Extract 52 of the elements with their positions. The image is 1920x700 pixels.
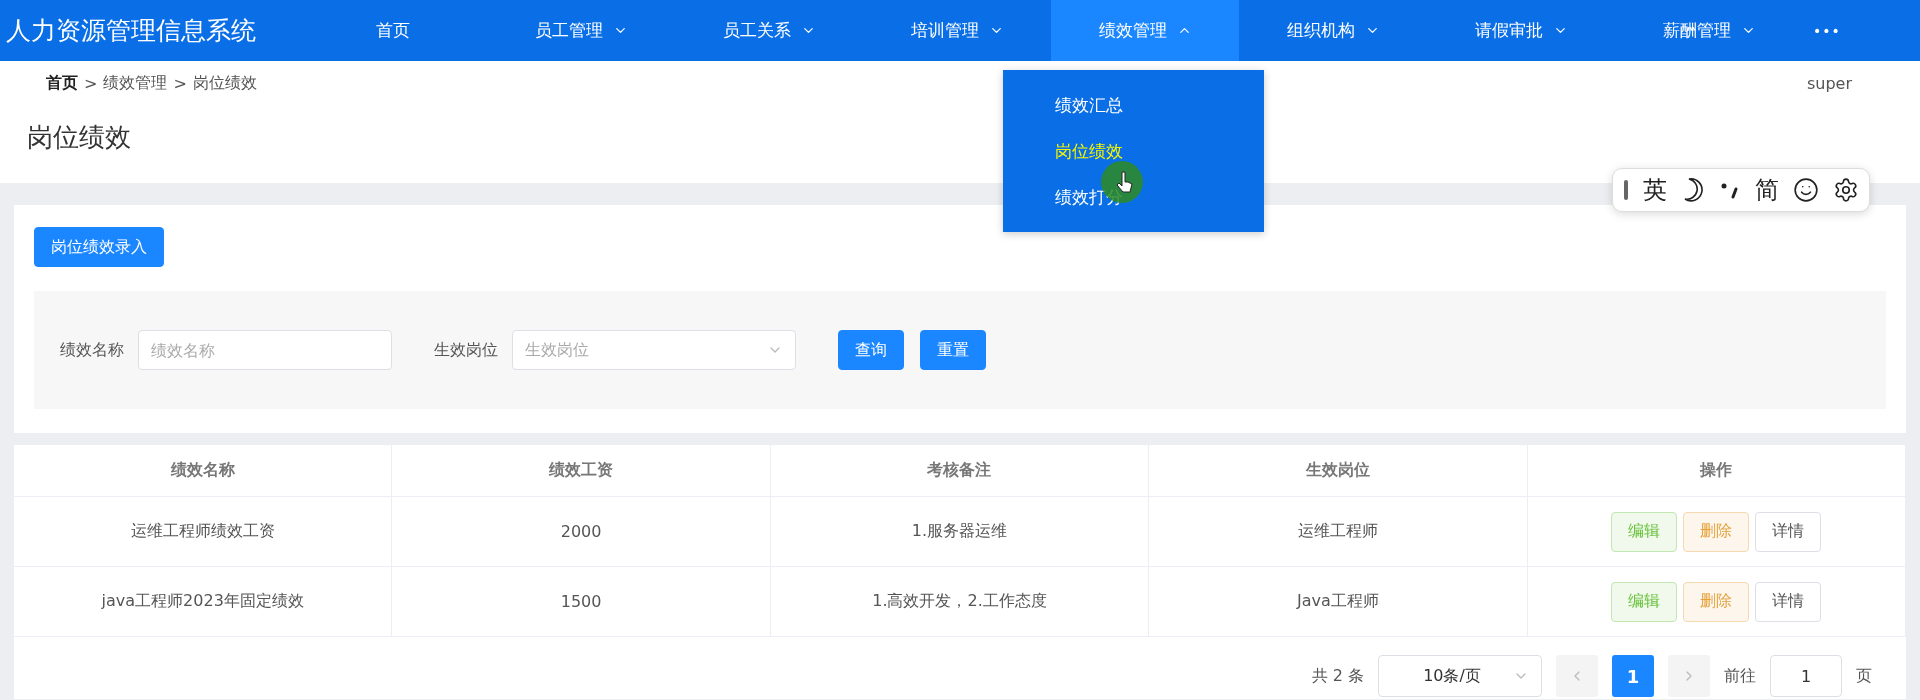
nav-tab[interactable]: 员工管理 [487,0,675,61]
breadcrumb-separator: > [173,74,187,93]
column-header: 生效岗位 [1149,445,1528,497]
search-button[interactable]: 重置 [920,330,986,370]
emoji-icon[interactable] [1793,177,1819,203]
table-cell: Java工程师 [1149,567,1528,637]
menu-item[interactable]: 绩效打分 [1003,174,1264,220]
menu-item[interactable]: 绩效汇总 [1003,82,1264,128]
page-size-select[interactable]: 10条/页 [1378,655,1542,697]
table-cell: 2000 [392,497,771,567]
nav-tab[interactable]: 组织机构 [1239,0,1427,61]
nav-tab[interactable]: 培训管理 [863,0,1051,61]
search-button[interactable]: 查询 [838,330,904,370]
more-button[interactable]: ••• [1803,0,1841,61]
page-jump-field[interactable]: 1 [1770,655,1842,697]
grip-icon[interactable] [1623,179,1629,201]
ime-mode-button[interactable]: 英 [1643,174,1667,206]
app-title: 人力资源管理信息系统 [5,15,257,47]
ime-mode-button[interactable]: 简 [1755,174,1779,206]
page-button[interactable]: 1 [1612,655,1654,697]
jump-label: 前往 [1724,665,1756,687]
column-header: 绩效名称 [14,445,393,497]
column-header: 考核备注 [770,445,1150,497]
column-header: 绩效工资 [392,445,771,497]
jump-suffix: 页 [1856,665,1872,687]
column-header: 操作 [1527,445,1906,497]
table-cell: 1.高效开发，2.工作态度 [770,567,1150,637]
menu-item[interactable]: 岗位绩效 [1003,128,1264,174]
table-cell: 1.服务器运维 [770,497,1150,567]
total-count: 共 2 条 [1311,665,1364,687]
breadcrumb-separator: > [84,74,98,93]
nav-tab[interactable]: 请假审批 [1427,0,1615,61]
detail-button[interactable]: 详情 [1755,581,1822,622]
field-label: 生效岗位 [434,339,498,361]
table-cell: java工程师2023年固定绩效 [14,567,393,637]
nav-tab[interactable]: 员工关系 [675,0,863,61]
add-button[interactable]: 岗位绩效录入 [34,227,164,267]
input-field[interactable]: 绩效名称 [138,330,392,370]
breadcrumb-link[interactable]: 首页 [46,73,78,94]
nav-tab[interactable]: 绩效管理 [1051,0,1239,61]
breadcrumb-link[interactable]: 绩效管理 [103,73,168,94]
user-name: super [1806,74,1852,93]
nav-tab[interactable]: 首页 [299,0,487,61]
breadcrumb-link[interactable]: 岗位绩效 [192,73,257,94]
nav-tab[interactable]: 薪酬管理 [1615,0,1803,61]
table-cell: 运维工程师绩效工资 [14,497,393,567]
settings-icon[interactable] [1833,177,1859,203]
page-title: 岗位绩效 [27,121,131,154]
detail-button[interactable]: 详情 [1755,511,1822,552]
field-label: 绩效名称 [60,339,124,361]
table-cell: 运维工程师 [1149,497,1528,567]
table-cell: 1500 [392,567,771,637]
